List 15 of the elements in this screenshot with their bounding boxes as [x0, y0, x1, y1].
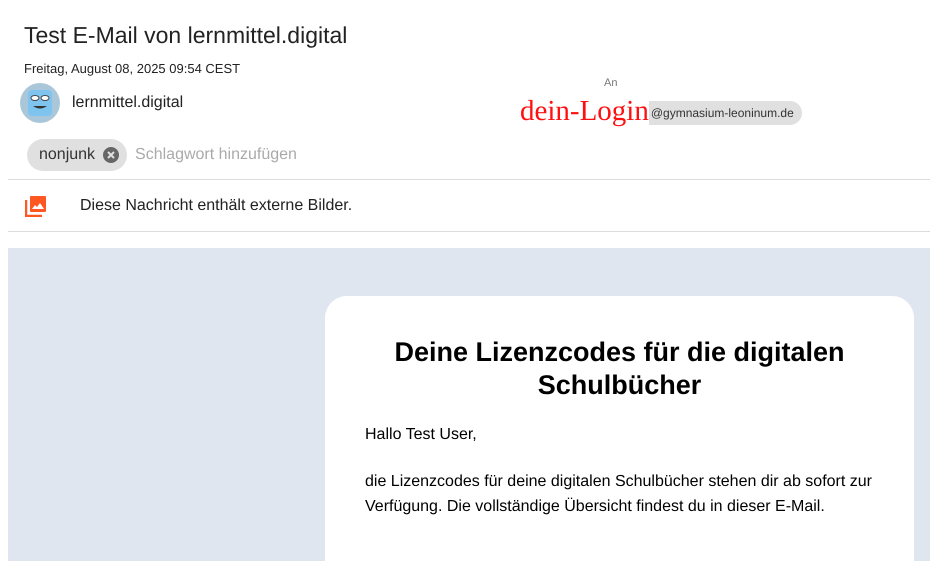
email-heading: Deine Lizenzcodes für die digitalen Schulbücher	[393, 336, 846, 402]
image-icon	[25, 194, 47, 216]
external-images-notice: Diese Nachricht enthält externe Bilder.	[80, 196, 352, 216]
avatar-icon	[20, 82, 60, 122]
email-paragraph: Hallo Test User,	[365, 425, 478, 445]
email-subject: Test E-Mail von lernmittel.digital	[24, 21, 348, 50]
recipient-logo: dein-Login	[520, 95, 649, 127]
recipient-address[interactable]: @gymnasium-leoninum.de	[648, 101, 802, 125]
sender-name[interactable]: lernmittel.digital	[72, 90, 184, 114]
email-date: Freitag, August 08, 2025 09:54 CEST	[24, 60, 242, 78]
email-paragraph: die Lizenzcodes für deine digitalen Schulbücher stehen dir ab sofort zur Verfügung. Die vollständige Übersicht findest du in dieser E-Mail.	[365, 472, 873, 517]
tag-input-field[interactable]: Schlagwort hinzufügen	[135, 143, 436, 167]
tag-chip: nonjunk	[27, 139, 128, 171]
remove-icon[interactable]	[103, 147, 120, 163]
recipient-label: An	[604, 76, 618, 90]
